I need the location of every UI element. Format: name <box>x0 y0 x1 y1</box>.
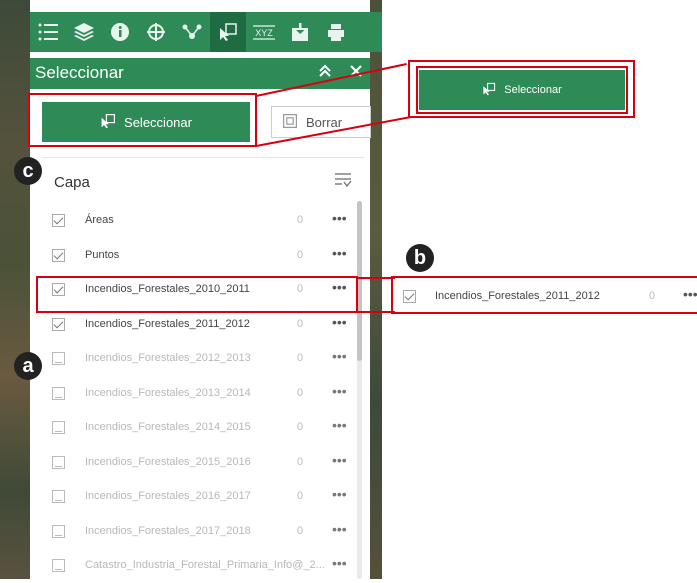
callout-badge-c: c <box>14 157 42 185</box>
layer-count: 0 <box>297 386 304 399</box>
layer-checkbox[interactable] <box>52 524 65 538</box>
zoom-row-count: 0 <box>649 290 656 302</box>
layer-checkbox[interactable] <box>52 214 65 227</box>
layer-label: Incendios_Forestales_2016_2017 <box>85 490 251 502</box>
layer-column-header: Capa <box>54 174 90 191</box>
more-options-icon[interactable]: ••• <box>332 314 347 330</box>
highlight-layer-row <box>36 276 358 313</box>
more-options-icon[interactable]: ••• <box>332 555 347 571</box>
layer-checkbox[interactable] <box>52 352 65 365</box>
clear-selection-icon <box>282 113 298 132</box>
layer-checkbox[interactable] <box>52 455 65 469</box>
more-options-icon[interactable]: ••• <box>332 521 347 537</box>
more-options-icon[interactable]: ••• <box>332 452 347 468</box>
zoom-select-button[interactable]: Seleccionar <box>419 70 625 110</box>
callout-badge-a: a <box>14 352 42 380</box>
layer-row[interactable]: Incendios_Forestales_2014_2015 0 ••• <box>30 411 360 445</box>
layer-count: 0 <box>297 524 304 537</box>
layer-label: Incendios_Forestales_2014_2015 <box>85 421 251 433</box>
layer-label: Catastro_Industria_Forestal_Primaria_Inf… <box>85 559 325 571</box>
panel-title: Seleccionar <box>35 63 124 82</box>
more-options-icon[interactable]: ••• <box>332 210 347 226</box>
zoom-select-tool-icon <box>482 82 496 99</box>
layer-row[interactable]: Incendios_Forestales_2016_2017 0 ••• <box>30 480 360 514</box>
more-options-icon[interactable]: ••• <box>332 245 347 261</box>
layer-row[interactable]: Incendios_Forestales_2017_2018 0 ••• <box>30 515 360 549</box>
more-options-icon[interactable]: ••• <box>332 383 347 399</box>
analysis-icon[interactable] <box>138 12 174 52</box>
zoom-row-checkbox[interactable] <box>403 290 416 303</box>
map-background[interactable] <box>0 0 30 579</box>
layer-label: Incendios_Forestales_2015_2016 <box>85 455 251 468</box>
layer-checkbox[interactable] <box>52 317 65 331</box>
zoom-row-label: Incendios_Forestales_2011_2012 <box>435 290 600 302</box>
connector-line-row-bottom <box>357 311 395 313</box>
layer-row[interactable]: Incendios_Forestales_2013_2014 0 ••• <box>30 377 360 411</box>
layer-label: Incendios_Forestales_2017_2018 <box>85 524 251 537</box>
layer-list-icon[interactable] <box>30 12 66 52</box>
more-options-icon[interactable]: ••• <box>332 348 347 364</box>
layer-label: Incendios_Forestales_2013_2014 <box>85 386 251 399</box>
callout-badge-b: b <box>406 244 434 272</box>
divider <box>42 157 364 158</box>
layer-label: Áreas <box>85 214 114 226</box>
layer-row[interactable]: Incendios_Forestales_2012_2013 0 ••• <box>30 342 360 376</box>
layer-checkbox[interactable] <box>52 490 65 503</box>
layer-count: 0 <box>297 352 304 364</box>
zoom-layer-row[interactable]: Incendios_Forestales_2011_2012 0 ••• <box>393 280 697 314</box>
print-icon[interactable] <box>318 12 354 52</box>
filter-icon[interactable] <box>334 172 352 193</box>
layer-count: 0 <box>297 317 304 330</box>
layer-checkbox[interactable] <box>52 559 65 572</box>
xyz-icon-label: XYZ <box>255 28 273 38</box>
xyz-icon[interactable]: XYZ <box>246 12 282 52</box>
layer-row[interactable]: Catastro_Industria_Forestal_Primaria_Inf… <box>30 549 360 583</box>
layer-row[interactable]: Incendios_Forestales_2015_2016 0 ••• <box>30 446 360 480</box>
clear-button-label: Borrar <box>306 114 343 130</box>
layer-count: 0 <box>297 490 304 502</box>
layer-checkbox[interactable] <box>52 248 65 262</box>
layer-label: Puntos <box>85 248 120 261</box>
widget-toolbar: XYZ <box>30 12 382 52</box>
more-options-icon[interactable]: ••• <box>332 417 347 433</box>
zoom-row-more-icon[interactable]: ••• <box>683 286 697 302</box>
layer-checkbox[interactable] <box>52 386 65 400</box>
panel-header: Seleccionar <box>30 58 370 89</box>
layer-label: Incendios_Forestales_2011_2012 <box>85 317 250 330</box>
layer-count: 0 <box>297 248 304 261</box>
select-icon[interactable] <box>210 12 246 52</box>
info-icon[interactable] <box>102 12 138 52</box>
layer-count: 0 <box>297 455 304 468</box>
zoom-select-label: Seleccionar <box>504 84 562 96</box>
connector-line-row-top <box>357 277 395 279</box>
layer-count: 0 <box>297 421 304 433</box>
map-background-right[interactable] <box>370 0 382 579</box>
share-icon[interactable] <box>174 12 210 52</box>
layers-icon[interactable] <box>66 12 102 52</box>
layer-checkbox[interactable] <box>52 421 65 434</box>
more-options-icon[interactable]: ••• <box>332 486 347 502</box>
layer-label: Incendios_Forestales_2012_2013 <box>85 352 251 364</box>
add-data-icon[interactable] <box>282 12 318 52</box>
highlight-select-button <box>28 93 257 147</box>
layer-row[interactable]: Áreas 0 ••• <box>30 204 360 238</box>
scrollbar[interactable] <box>357 201 362 579</box>
layer-count: 0 <box>297 214 304 226</box>
layer-row[interactable]: Puntos 0 ••• <box>30 239 360 273</box>
